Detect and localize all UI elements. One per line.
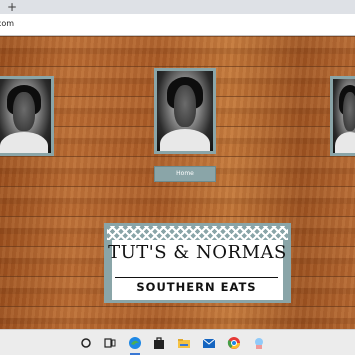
url-text[interactable]: com (0, 19, 14, 28)
store-icon[interactable] (151, 335, 167, 351)
file-explorer-icon[interactable] (176, 335, 192, 351)
edge-icon[interactable] (127, 335, 143, 355)
search-icon[interactable] (78, 335, 94, 351)
portrait-right (330, 76, 355, 156)
portrait-left (0, 76, 54, 156)
portrait-center-image (157, 71, 213, 151)
tab-strip: + (0, 0, 355, 14)
task-view-icon[interactable] (102, 335, 118, 351)
restaurant-logo: TUT'S & NORMAS SOUTHERN EATS (104, 223, 291, 303)
home-nav-button[interactable]: Home (154, 166, 216, 182)
address-bar[interactable]: com (0, 14, 355, 36)
logo-divider (115, 277, 278, 278)
app-icon[interactable] (251, 335, 267, 351)
portrait-left-image (0, 79, 51, 153)
logo-pattern (107, 226, 288, 240)
portrait-right-image (333, 79, 355, 153)
web-page: Home TUT'S & NORMAS SOUTHERN EATS (0, 36, 355, 329)
taskbar (0, 329, 355, 355)
logo-subtitle: SOUTHERN EATS (115, 279, 278, 295)
portrait-center (154, 68, 216, 154)
chrome-icon[interactable] (226, 335, 242, 351)
new-tab-button[interactable]: + (6, 0, 18, 14)
logo-title: TUT'S & NORMAS (108, 242, 287, 263)
mail-icon[interactable] (201, 335, 217, 351)
